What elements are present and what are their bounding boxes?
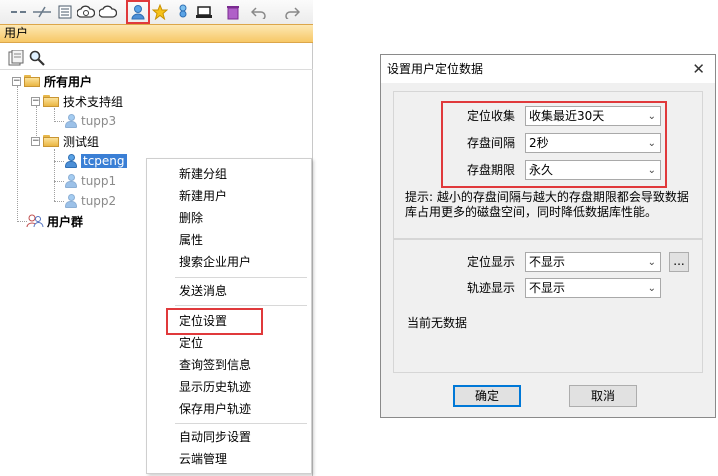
display-label: 定位显示 bbox=[466, 255, 515, 269]
collect-value: 收集最近30天 bbox=[529, 109, 605, 123]
location-settings-dialog: 设置用户定位数据 ✕ 定位收集 收集最近30天 ⌄ 存盘间隔 2秒 ⌄ 存盘期限… bbox=[380, 54, 716, 418]
refresh-cloud-icon[interactable] bbox=[77, 3, 95, 21]
menu-separator bbox=[175, 277, 307, 278]
folder-icon bbox=[43, 95, 59, 107]
user-group-icon bbox=[26, 214, 44, 228]
menu-item-cloud-management[interactable]: 云端管理 bbox=[179, 449, 227, 469]
cancel-button[interactable]: 取消 bbox=[569, 385, 637, 407]
laptop-icon[interactable] bbox=[195, 3, 213, 21]
folder-icon bbox=[43, 135, 59, 147]
chevron-down-icon: ⌄ bbox=[647, 257, 656, 268]
chevron-down-icon: ⌄ bbox=[647, 111, 656, 122]
cloud-icon[interactable] bbox=[99, 3, 117, 21]
chevron-down-icon: ⌄ bbox=[647, 165, 656, 176]
tree-node-root[interactable]: − 所有用户 bbox=[12, 72, 92, 90]
display-select[interactable]: 不显示 ⌄ bbox=[525, 252, 661, 272]
dash-icon[interactable] bbox=[10, 3, 28, 21]
period-value: 永久 bbox=[529, 163, 554, 177]
cut-icon[interactable] bbox=[33, 3, 51, 21]
menu-item-search-users[interactable]: 搜索企业用户 bbox=[179, 252, 251, 272]
hint-text: 提示: 越小的存盘间隔与越大的存盘期限都会导致数据库占用更多的磁盘空间，同时降低… bbox=[405, 190, 689, 219]
tree-node-user[interactable]: tupp2 bbox=[65, 192, 116, 210]
ok-button[interactable]: 确定 bbox=[453, 385, 521, 407]
tree-label: tupp2 bbox=[81, 194, 117, 208]
tree-label: 技术支持组 bbox=[63, 94, 124, 109]
tree-label: tupp1 bbox=[81, 174, 117, 188]
grid-icon[interactable] bbox=[56, 3, 74, 21]
tree-toolbar bbox=[0, 46, 313, 70]
chevron-down-icon: ⌄ bbox=[647, 283, 656, 294]
interval-select[interactable]: 2秒 ⌄ bbox=[525, 133, 661, 153]
undo-icon[interactable] bbox=[250, 3, 268, 21]
star-icon[interactable] bbox=[151, 3, 169, 21]
menu-item-save-track[interactable]: 保存用户轨迹 bbox=[179, 399, 251, 419]
track-label: 轨迹显示 bbox=[466, 281, 515, 295]
track-value: 不显示 bbox=[529, 281, 566, 295]
tree-label: tcpeng bbox=[81, 154, 127, 168]
close-icon[interactable]: ✕ bbox=[692, 60, 705, 78]
menu-item-delete[interactable]: 删除 bbox=[179, 208, 203, 228]
tree-label: 用户群 bbox=[47, 214, 84, 229]
menu-item-new-user[interactable]: 新建用户 bbox=[179, 186, 227, 206]
tree-node-user[interactable]: tupp1 bbox=[65, 172, 116, 190]
track-select[interactable]: 不显示 ⌄ bbox=[525, 278, 661, 298]
interval-label: 存盘间隔 bbox=[466, 136, 515, 150]
user-icon bbox=[65, 113, 77, 129]
period-label: 存盘期限 bbox=[466, 163, 515, 177]
users-icon[interactable] bbox=[174, 3, 192, 21]
tree-label: 所有用户 bbox=[44, 74, 93, 89]
chevron-down-icon: ⌄ bbox=[647, 138, 656, 149]
dialog-title-text: 设置用户定位数据 bbox=[387, 62, 484, 76]
tree-node-group1[interactable]: − 技术支持组 bbox=[31, 92, 123, 110]
menu-separator bbox=[175, 305, 307, 306]
collapse-icon[interactable]: − bbox=[12, 76, 21, 86]
tree-node-user[interactable]: tupp3 bbox=[65, 112, 116, 130]
collect-select[interactable]: 收集最近30天 ⌄ bbox=[525, 106, 661, 126]
dialog-title: 设置用户定位数据 ✕ bbox=[381, 55, 715, 83]
panel-title: 用户 bbox=[0, 24, 313, 43]
display-value: 不显示 bbox=[529, 255, 566, 269]
menu-item-locate[interactable]: 定位 bbox=[179, 333, 203, 353]
interval-value: 2秒 bbox=[529, 136, 549, 150]
context-menu: 新建分组 新建用户 删除 属性 搜索企业用户 发送消息 定位设置 定位 查询签到… bbox=[146, 158, 312, 474]
tree-label: 测试组 bbox=[63, 134, 100, 149]
user-icon bbox=[65, 153, 77, 169]
tree-node-user-group[interactable]: 用户群 bbox=[26, 212, 83, 230]
redo-icon[interactable] bbox=[283, 3, 301, 21]
tree-label: tupp3 bbox=[81, 114, 117, 128]
menu-separator bbox=[175, 423, 307, 424]
menu-item-properties[interactable]: 属性 bbox=[179, 230, 203, 250]
period-select[interactable]: 永久 ⌄ bbox=[525, 160, 661, 180]
user-panel: 用户 − 所有用户 − 技术支持组 tupp3 − 测试组 tcpeng tup… bbox=[0, 0, 313, 476]
more-button[interactable]: ... bbox=[669, 252, 689, 272]
user-icon bbox=[65, 173, 77, 189]
trash-icon[interactable] bbox=[224, 3, 242, 21]
tree-node-group2[interactable]: − 测试组 bbox=[31, 132, 99, 150]
highlight-box bbox=[166, 308, 263, 335]
tree-node-user-selected[interactable]: tcpeng bbox=[65, 152, 127, 170]
collapse-icon[interactable]: − bbox=[31, 136, 40, 146]
collect-label: 定位收集 bbox=[466, 109, 515, 123]
menu-item-auto-sync[interactable]: 自动同步设置 bbox=[179, 427, 251, 447]
menu-item-new-group[interactable]: 新建分组 bbox=[179, 164, 227, 184]
status-text: 当前无数据 bbox=[407, 316, 468, 330]
menu-item-show-history[interactable]: 显示历史轨迹 bbox=[179, 377, 251, 397]
menu-item-send-message[interactable]: 发送消息 bbox=[179, 281, 227, 301]
folder-icon bbox=[24, 75, 40, 87]
main-toolbar bbox=[0, 0, 313, 24]
user-icon[interactable] bbox=[126, 0, 150, 24]
user-icon bbox=[65, 193, 77, 209]
list-icon[interactable] bbox=[8, 49, 24, 66]
search-icon[interactable] bbox=[29, 50, 45, 66]
menu-item-check-in-info[interactable]: 查询签到信息 bbox=[179, 355, 251, 375]
collapse-icon[interactable]: − bbox=[31, 96, 40, 106]
